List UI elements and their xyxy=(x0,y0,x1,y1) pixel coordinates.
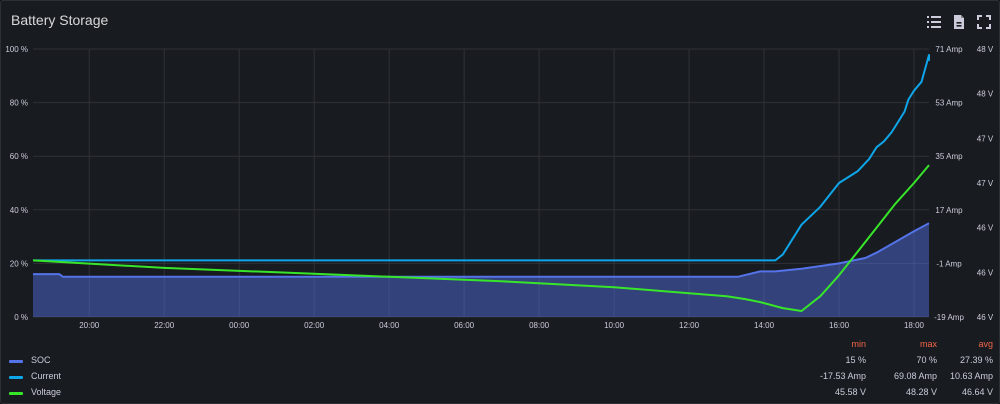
series-name[interactable]: Current xyxy=(31,371,61,381)
y-mid-tick-label: 35 Amp xyxy=(935,152,963,161)
y-right-tick-label: 48 V xyxy=(977,90,994,99)
x-tick-label: 02:00 xyxy=(304,321,325,330)
y-left-tick-label: 80 % xyxy=(10,99,28,108)
x-tick-label: 06:00 xyxy=(454,321,475,330)
y-right-tick-label: 48 V xyxy=(977,45,994,54)
series-name[interactable]: SOC xyxy=(31,355,51,365)
header-avg[interactable]: avg xyxy=(903,339,993,349)
x-tick-label: 22:00 xyxy=(154,321,175,330)
y-left-tick-label: 0 % xyxy=(14,313,28,322)
y-left-tick-label: 20 % xyxy=(10,259,28,268)
x-tick-label: 14:00 xyxy=(754,321,775,330)
x-tick-label: 18:00 xyxy=(904,321,925,330)
series-color-swatch xyxy=(9,360,23,363)
legend-row-current[interactable]: Current -17.53 Amp 69.08 Amp 10.63 Amp xyxy=(9,369,993,385)
y-mid-tick-label: -19 Amp xyxy=(934,313,964,322)
y-mid-tick-label: 17 Amp xyxy=(935,206,963,215)
soc-avg: 27.39 % xyxy=(959,355,993,365)
series-color-swatch xyxy=(9,392,23,395)
x-tick-label: 12:00 xyxy=(679,321,700,330)
y-right-tick-label: 46 V xyxy=(977,224,994,233)
x-tick-label: 10:00 xyxy=(604,321,625,330)
voltage-avg: 46.64 V xyxy=(961,387,993,397)
y-right-tick-label: 47 V xyxy=(977,179,994,188)
y-left-tick-label: 60 % xyxy=(10,152,28,161)
panel: Battery Storage 0 % -19 Amp 20 % -1 Amp 40 %… xyxy=(0,0,1000,404)
chart-area: 0 % -19 Amp 20 % -1 Amp 40 % 17 Amp 60 % 35 Amp… xyxy=(5,45,994,330)
legend-row-voltage[interactable]: Voltage 45.58 V 48.28 V 46.64 V xyxy=(9,385,993,401)
y-mid-tick-label: 53 Amp xyxy=(935,99,963,108)
x-tick-label: 16:00 xyxy=(829,321,850,330)
current-series-line xyxy=(33,54,930,262)
y-left-tick-label: 40 % xyxy=(10,206,28,215)
y-mid-tick-label: 71 Amp xyxy=(935,45,963,54)
x-tick-label: 04:00 xyxy=(379,321,400,330)
y-mid-tick-label: -1 Amp xyxy=(936,259,962,268)
y-right-tick-label: 46 V xyxy=(977,268,994,277)
legend-table: min max avg SOC 15 % 70 % 27.39 % Curren… xyxy=(9,337,993,401)
y-right-tick-label: 46 V xyxy=(977,313,994,322)
x-tick-label: 08:00 xyxy=(529,321,550,330)
series-name[interactable]: Voltage xyxy=(31,387,61,397)
y-left-tick-label: 100 % xyxy=(5,45,28,54)
series-color-swatch xyxy=(9,376,23,379)
legend-row-soc[interactable]: SOC 15 % 70 % 27.39 % xyxy=(9,353,993,369)
current-avg: 10.63 Amp xyxy=(949,371,993,381)
y-right-tick-label: 47 V xyxy=(977,134,994,143)
x-tick-label: 00:00 xyxy=(229,321,250,330)
x-tick-label: 20:00 xyxy=(79,321,100,330)
